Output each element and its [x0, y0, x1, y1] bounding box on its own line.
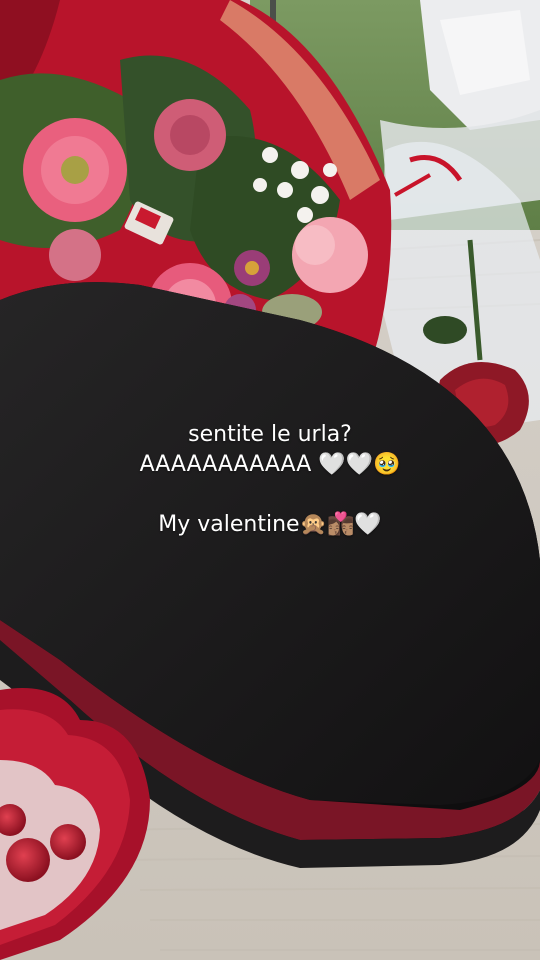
caption-gap	[0, 480, 540, 510]
story-caption: sentite le urla? AAAAAAAAAAA 🤍🤍🥹 My vale…	[0, 420, 540, 540]
caption-line-3: My valentine🙊👩🏽‍❤️‍💋‍👨🏽🤍	[158, 512, 382, 537]
caption-line-1: sentite le urla?	[188, 422, 352, 447]
caption-line-2: AAAAAAAAAAA 🤍🤍🥹	[139, 452, 401, 477]
story-photo: sentite le urla? AAAAAAAAAAA 🤍🤍🥹 My vale…	[0, 0, 540, 960]
